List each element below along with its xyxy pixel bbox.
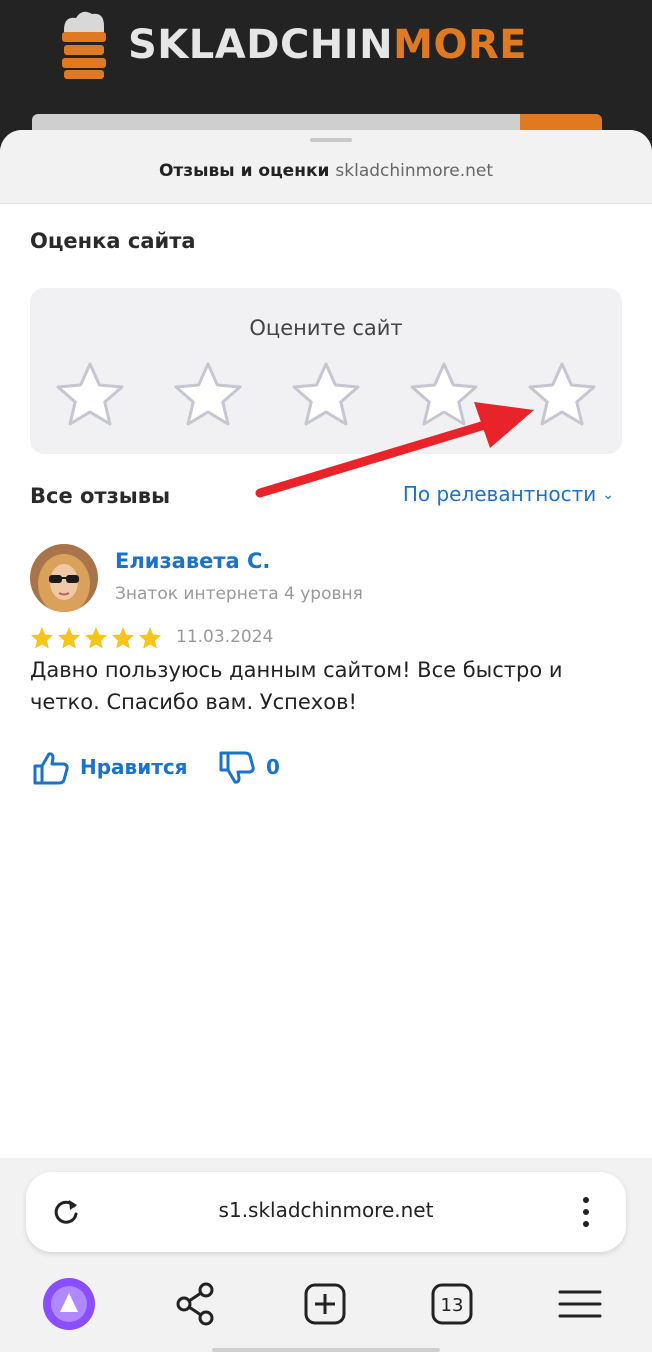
more-vertical-icon[interactable] — [574, 1194, 598, 1230]
star-outline-icon — [56, 362, 124, 426]
star-outline-icon — [410, 362, 478, 426]
review-author-status: Знаток интернета 4 уровня — [115, 584, 363, 604]
alice-icon[interactable] — [41, 1276, 97, 1332]
star-filled-icon — [31, 627, 53, 649]
sheet-domain: skladchinmore.net — [335, 161, 494, 181]
url-text[interactable]: s1.skladchinmore.net — [26, 1198, 626, 1222]
browser-bottom-bar: s1.skladchinmore.net 13 — [0, 1158, 652, 1352]
site-brand-light: SKLADCHIN — [128, 22, 394, 68]
sheet-drag-handle[interactable] — [310, 138, 352, 142]
sort-label: По релевантности — [402, 482, 597, 506]
rating-star-5[interactable] — [526, 360, 598, 432]
dislike-count: 0 — [266, 755, 280, 779]
star-filled-icon — [85, 627, 107, 649]
rating-prompt: Оцените сайт — [249, 316, 403, 340]
review-date: 11.03.2024 — [176, 627, 274, 647]
rating-star-1[interactable] — [54, 360, 126, 432]
home-indicator[interactable] — [212, 1348, 440, 1352]
dislike-button[interactable]: 0 — [218, 750, 288, 786]
share-icon[interactable] — [168, 1276, 224, 1332]
chevron-down-icon: ⌄ — [602, 487, 614, 503]
sheet-title: Отзывы и оценки — [158, 161, 330, 181]
site-brand-accent: MORE — [393, 22, 528, 68]
star-filled-icon — [139, 627, 161, 649]
address-bar[interactable]: s1.skladchinmore.net — [26, 1172, 626, 1252]
sort-dropdown[interactable]: По релевантности ⌄ — [403, 482, 614, 506]
rating-box: Оцените сайт — [30, 288, 622, 454]
tabs-icon[interactable]: 13 — [424, 1276, 480, 1332]
star-filled-icon — [112, 627, 134, 649]
star-outline-icon — [174, 362, 242, 426]
like-label: Нравится — [80, 755, 188, 779]
thumbs-up-icon — [33, 752, 69, 785]
thumbs-down-icon — [219, 751, 255, 784]
review-author[interactable]: Елизавета С. — [115, 549, 270, 573]
avatar-photo — [30, 544, 98, 612]
reviews-section-title: Все отзывы — [30, 484, 171, 508]
rating-star-3[interactable] — [290, 360, 362, 432]
new-tab-icon[interactable] — [297, 1276, 353, 1332]
star-outline-icon — [292, 362, 360, 426]
tab-count: 13 — [441, 1295, 464, 1316]
site-brand[interactable]: SKLADCHINMORE — [128, 22, 527, 68]
star-filled-icon — [58, 627, 80, 649]
rating-section-title: Оценка сайта — [30, 229, 196, 253]
star-outline-icon — [528, 362, 596, 426]
review-text: Давно пользуюсь данным сайтом! Все быстр… — [30, 658, 563, 714]
rating-star-4[interactable] — [408, 360, 480, 432]
menu-icon[interactable] — [552, 1276, 608, 1332]
rating-star-2[interactable] — [172, 360, 244, 432]
avatar[interactable] — [30, 544, 98, 612]
review-stars — [31, 627, 161, 649]
site-logo-icon — [62, 11, 106, 79]
